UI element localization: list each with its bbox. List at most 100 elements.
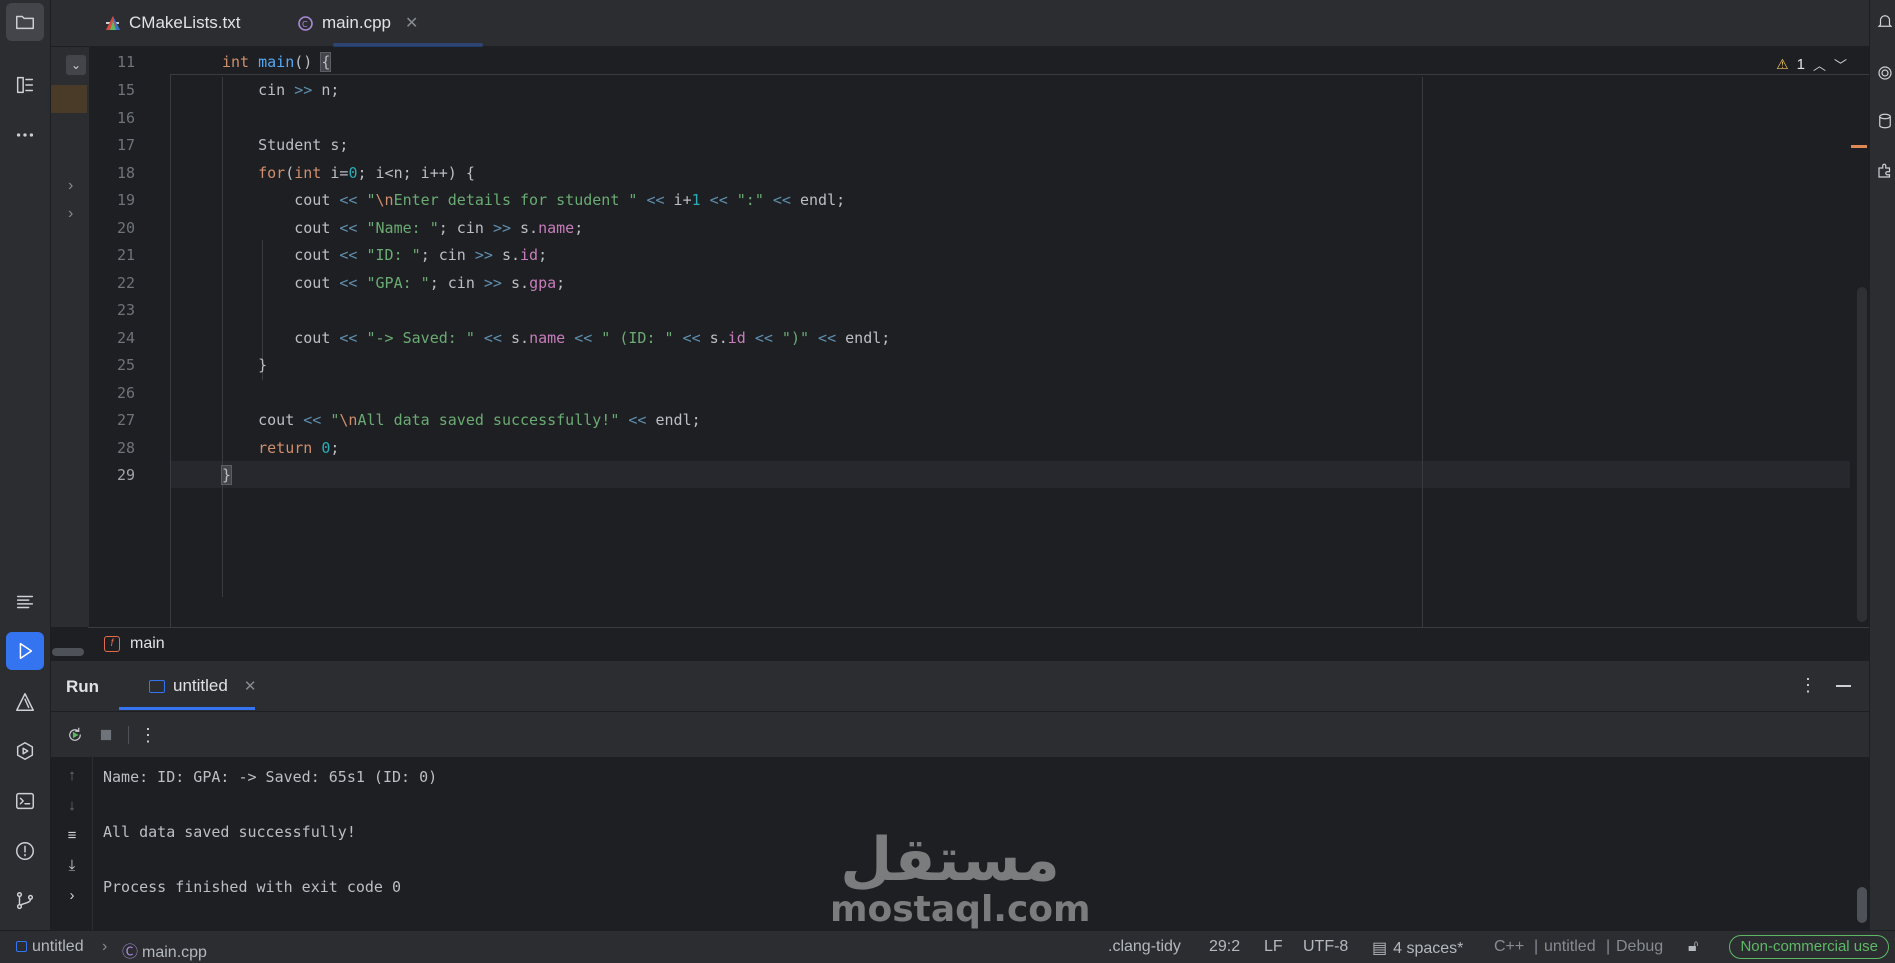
line-number-current: 29 <box>117 466 136 484</box>
status-config-build[interactable]: Debug <box>1616 938 1663 956</box>
chevron-right-icon[interactable]: › <box>63 887 81 905</box>
chevron-right-icon[interactable]: › <box>68 177 73 195</box>
close-icon[interactable]: ✕ <box>405 13 418 33</box>
line-number: 19 <box>117 191 136 209</box>
horizontal-scrollbar[interactable] <box>52 648 84 656</box>
run-tab-untitled[interactable]: untitled ✕ <box>135 661 270 711</box>
more-vertical-icon[interactable]: ⋮ <box>1799 675 1817 696</box>
database-button[interactable] <box>1876 112 1894 130</box>
change-marker <box>51 85 87 113</box>
chevron-down-icon[interactable]: ⌄ <box>66 55 86 75</box>
chevron-right-icon: › <box>102 938 108 955</box>
code-line-25: } <box>222 356 268 374</box>
status-line-separator[interactable]: LF <box>1264 938 1283 956</box>
watermark-arabic: مستقل <box>840 825 1060 895</box>
status-divider: | <box>1534 938 1539 955</box>
toolbar-divider <box>128 726 129 744</box>
arrow-down-icon[interactable]: ↓ <box>63 797 81 815</box>
status-cursor-position[interactable]: 29:2 <box>1209 938 1240 956</box>
status-config-project[interactable]: untitled <box>1544 938 1596 956</box>
soft-wrap-icon[interactable]: ≡ <box>63 827 81 845</box>
cmake-icon <box>16 693 34 711</box>
arrow-up-icon[interactable]: ↑ <box>63 767 81 785</box>
line-number: 28 <box>117 439 136 457</box>
code-line-17: Student s; <box>222 136 349 154</box>
status-project[interactable]: untitled <box>16 938 84 956</box>
alert-circle-icon <box>16 842 34 860</box>
notifications-button[interactable] <box>1876 12 1894 30</box>
line-number: 21 <box>117 246 136 264</box>
structure-button[interactable] <box>6 66 44 104</box>
inspection-widget[interactable]: ⚠ 1 ︿ ﹀ <box>1776 55 1847 74</box>
scrollbar-warning-marker[interactable] <box>1851 145 1867 148</box>
line-number: 11 <box>117 53 136 71</box>
structure-icon <box>16 76 34 94</box>
code-line-29: } <box>220 465 233 485</box>
stop-button[interactable] <box>97 726 115 744</box>
fold-column: ⌄ › › <box>51 47 89 627</box>
status-bar: untitled › Ⓒmain.cpp .clang-tidy 29:2 LF… <box>0 930 1895 963</box>
unlock-icon[interactable]: 🔓︎ <box>1688 938 1698 956</box>
warning-icon: ⚠ <box>1776 56 1789 72</box>
status-language[interactable]: C++ <box>1494 938 1524 956</box>
console-line: Process finished with exit code 0 <box>103 878 402 896</box>
code-line-18: for(int i=0; i<n; i++) { <box>258 164 475 182</box>
status-divider: | <box>1606 938 1611 955</box>
watermark-logo: مستقل mostaql.com <box>830 825 1091 940</box>
status-encoding[interactable]: UTF-8 <box>1303 938 1348 956</box>
line-number: 15 <box>117 81 136 99</box>
git-button[interactable] <box>6 882 44 920</box>
more-vertical-icon[interactable]: ⋮ <box>139 725 157 745</box>
code-line-28: return 0; <box>258 439 340 457</box>
tab-main-cpp[interactable]: C main.cpp ✕ <box>297 0 418 46</box>
list-icon <box>16 595 34 609</box>
chevron-down-icon[interactable]: ﹀ <box>1834 55 1847 74</box>
breadcrumb[interactable]: f main <box>88 627 1869 659</box>
close-icon[interactable]: ✕ <box>244 677 257 695</box>
line-number: 22 <box>117 274 136 292</box>
console-scrollbar[interactable] <box>1857 887 1867 923</box>
breadcrumb-function[interactable]: main <box>130 635 165 653</box>
cmake-button[interactable] <box>6 683 44 721</box>
active-run-tab-indicator <box>119 707 255 710</box>
problems-button[interactable] <box>6 832 44 870</box>
scroll-to-end-icon[interactable]: ⤓ <box>63 857 81 875</box>
run-tool-button[interactable] <box>6 632 44 670</box>
chevron-up-icon[interactable]: ︿ <box>1813 55 1826 74</box>
sticky-scroll-line[interactable]: int main() { <box>170 47 1869 75</box>
rerun-button[interactable] <box>66 726 84 744</box>
code-text-area[interactable]: int main() { cin >> n; Student s; for(in… <box>170 47 1869 627</box>
todo-button[interactable] <box>6 583 44 621</box>
line-number: 17 <box>117 136 136 154</box>
run-toolbar: ⋮ <box>51 711 1869 757</box>
spiral-icon <box>1878 66 1892 80</box>
services-button[interactable] <box>6 732 44 770</box>
more-tools-button[interactable] <box>6 116 44 154</box>
ai-assistant-button[interactable] <box>1876 64 1894 82</box>
terminal-button[interactable] <box>6 782 44 820</box>
cmake-file-icon <box>104 15 121 32</box>
status-file[interactable]: Ⓒmain.cpp <box>122 938 207 962</box>
plugins-button[interactable] <box>1876 162 1894 180</box>
code-line-21: cout << "ID: "; cin >> s.id; <box>222 246 548 264</box>
run-tab-label: untitled <box>173 676 228 695</box>
chevron-right-icon[interactable]: › <box>68 205 73 223</box>
svg-text:C: C <box>302 20 308 29</box>
services-icon <box>16 742 34 760</box>
minimize-icon[interactable] <box>1836 685 1851 687</box>
code-line-22: cout << "GPA: "; cin >> s.gpa; <box>222 274 566 292</box>
tab-cmakelists[interactable]: CMakeLists.txt <box>104 0 240 46</box>
run-header: Run untitled ✕ ⋮ <box>51 661 1869 711</box>
status-linter[interactable]: .clang-tidy <box>1108 938 1181 956</box>
project-folder-button[interactable] <box>6 3 44 41</box>
module-icon <box>16 941 27 952</box>
run-icon <box>19 642 33 660</box>
tab-label: main.cpp <box>322 13 391 32</box>
license-badge[interactable]: Non-commercial use <box>1729 935 1889 959</box>
status-indent[interactable]: ▤ 4 spaces* <box>1372 938 1463 958</box>
console-side-toolbar: ↑ ↓ ≡ ⤓ › <box>51 757 93 931</box>
editor-scrollbar[interactable] <box>1857 287 1867 622</box>
code-editor[interactable]: ⌄ › › 11 15 16 17 18 19 20 21 22 23 24 2… <box>51 47 1869 627</box>
gutter-separator <box>170 47 171 627</box>
line-number: 18 <box>117 164 136 182</box>
